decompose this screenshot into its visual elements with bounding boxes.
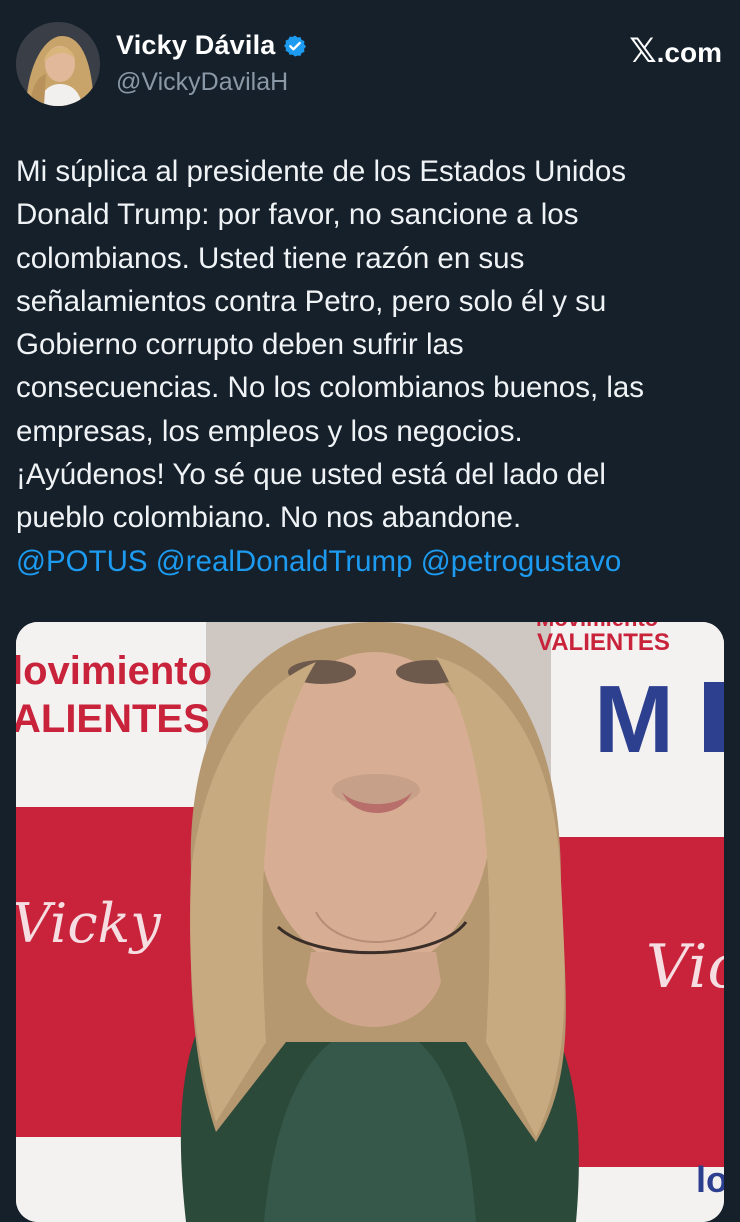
banner-left-line1: lovimiento [16, 649, 212, 693]
person-figure [180, 622, 579, 1222]
tweet-text: Mi súplica al presidente de los Estados … [16, 150, 716, 583]
banner-top-line2: VALIENTES [537, 629, 670, 656]
tweet-line: consecuencias. No los colombianos buenos… [16, 371, 645, 405]
tweet-line: Gobierno corrupto deben sufrir las [16, 328, 464, 362]
tweet-header: Vicky Dávila @VickyDavilaH 𝕏 .com [16, 22, 724, 106]
mentions-line: @POTUS @realDonaldTrump @petrogustavo [16, 540, 716, 583]
tweet-line: pueblo colombiano. No nos abandone. [16, 501, 522, 535]
banner-bottom: lovi [696, 1159, 724, 1200]
tweet-line: empresas, los empleos y los negocios. [16, 414, 523, 448]
banner-script-left: Vicky [16, 892, 162, 955]
x-com-logo[interactable]: 𝕏 .com [629, 34, 722, 69]
mention-realdonaldtrump[interactable]: @realDonaldTrump [156, 545, 413, 578]
video-frame: lovimiento ALIENTES Vicky Movimiento VAL… [16, 622, 724, 1222]
tweet-video[interactable]: lovimiento ALIENTES Vicky Movimiento VAL… [16, 622, 724, 1222]
tweet-line: ¡Ayúdenos! Yo sé que usted está del lado… [16, 458, 606, 492]
display-name[interactable]: Vicky Dávila [116, 30, 276, 61]
banner-script-right: Vic [646, 932, 724, 1002]
user-handle[interactable]: @VickyDavilaH [116, 68, 288, 97]
name-row: Vicky Dávila [116, 30, 307, 61]
tweet-line: Mi súplica al presidente de los Estados … [16, 155, 626, 188]
x-logo-icon: 𝕏 [629, 31, 657, 71]
tweet-line: señalamientos contra Petro, pero solo él… [16, 284, 607, 318]
avatar[interactable] [16, 22, 100, 106]
mention-potus[interactable]: @POTUS [16, 545, 148, 578]
banner-left-line2: ALIENTES [16, 697, 210, 741]
tweet-line: colombianos. Usted tiene razón en sus [16, 241, 525, 275]
verified-badge-icon [283, 34, 307, 58]
tweet-line: Donald Trump: por favor, no sancione a l… [16, 198, 579, 232]
mention-petrogustavo[interactable]: @petrogustavo [421, 545, 622, 578]
x-com-label: .com [656, 37, 722, 68]
banner-logo-letter: M [594, 666, 674, 773]
